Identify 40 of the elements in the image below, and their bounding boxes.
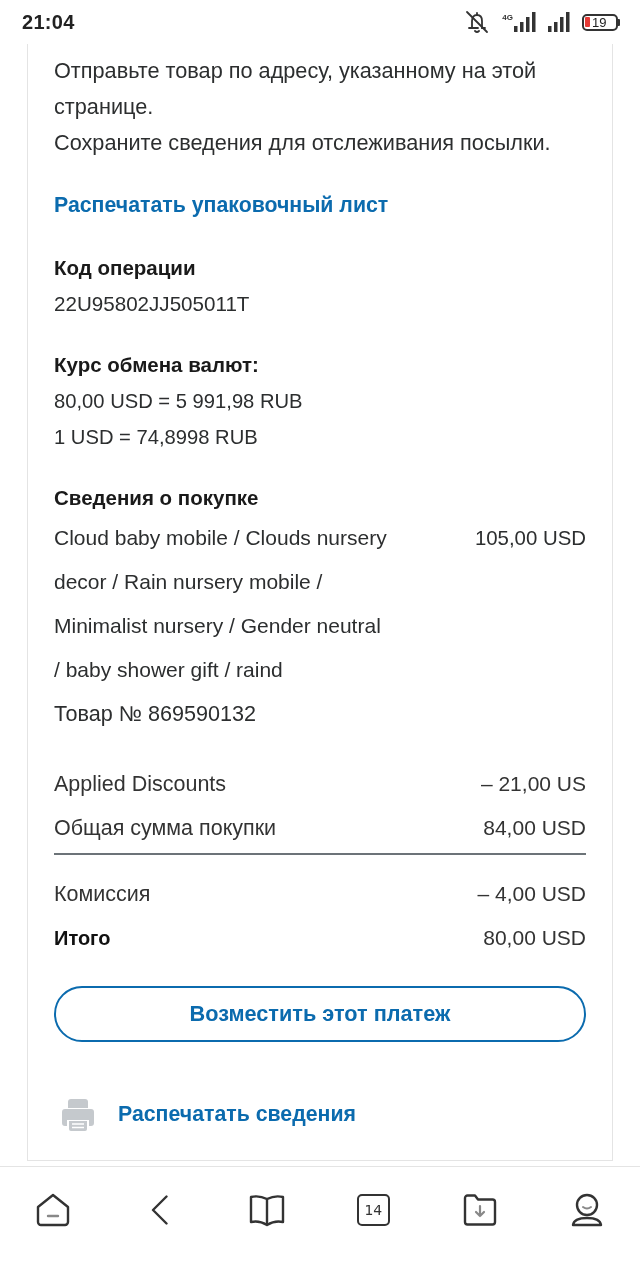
summary-label: Applied Discounts xyxy=(54,771,227,797)
summary-amount: 84,00 USD xyxy=(483,816,586,840)
home-button[interactable] xyxy=(36,1193,71,1227)
signal-icon xyxy=(514,12,536,32)
downloads-button[interactable] xyxy=(463,1194,497,1226)
transaction-code-heading: Код операции xyxy=(54,255,197,281)
bookmarks-button[interactable] xyxy=(248,1193,285,1227)
network-type: 4G xyxy=(502,13,513,22)
exchange-rate-text: 80,00 USD = 5 991,98 RUB xyxy=(54,389,304,414)
item-title: Cloud baby mobile / Clouds nursery decor / Rain nursery mobile / Minimalist nursery / Gender neutral / baby shower gift / raind xyxy=(54,525,388,683)
summary-label: Комиссия xyxy=(54,881,151,907)
download-folder-icon xyxy=(463,1194,497,1226)
print-packing-slip-link[interactable]: Распечатать упаковочный лист xyxy=(54,187,389,223)
purchase-details-heading: Сведения о покупке xyxy=(54,485,260,511)
transaction-code: 22U95802JJ505011T xyxy=(54,291,251,317)
summary-label: Итого xyxy=(54,926,111,950)
item-number: Товар № 869590132 xyxy=(54,700,257,728)
exchange-rate-heading: Курс обмена валют: xyxy=(54,352,260,378)
summary-amount: 80,00 USD xyxy=(483,926,586,950)
clock-time: 21:04 xyxy=(22,10,75,34)
item-price: 105,00 USD xyxy=(474,526,586,551)
home-icon xyxy=(36,1193,71,1227)
battery-indicator: 19 xyxy=(582,13,620,31)
instruction-text: Отправьте товар по адресу, указанному на этой странице. xyxy=(54,57,538,121)
summary-amount: – 4,00 USD xyxy=(477,882,586,906)
signal-icon xyxy=(548,12,570,32)
instruction-text: Сохраните сведения для отслеживания посылки. xyxy=(54,129,552,157)
refund-payment-button[interactable]: Возместить этот платеж xyxy=(54,986,586,1042)
book-icon xyxy=(248,1193,285,1227)
muted-bell-icon xyxy=(464,10,491,34)
profile-icon xyxy=(570,1193,603,1227)
print-details-link[interactable]: Распечатать сведения xyxy=(118,1101,356,1127)
printer-icon xyxy=(62,1097,94,1131)
tabs-button[interactable]: 14 xyxy=(356,1194,390,1226)
back-icon xyxy=(151,1195,169,1225)
summary-label: Общая сумма покупки xyxy=(54,815,277,841)
back-button[interactable] xyxy=(151,1195,169,1225)
exchange-rate-text: 1 USD = 74,8998 RUB xyxy=(54,425,259,450)
summary-amount: – 21,00 US xyxy=(480,772,586,796)
profile-button[interactable] xyxy=(570,1193,603,1227)
